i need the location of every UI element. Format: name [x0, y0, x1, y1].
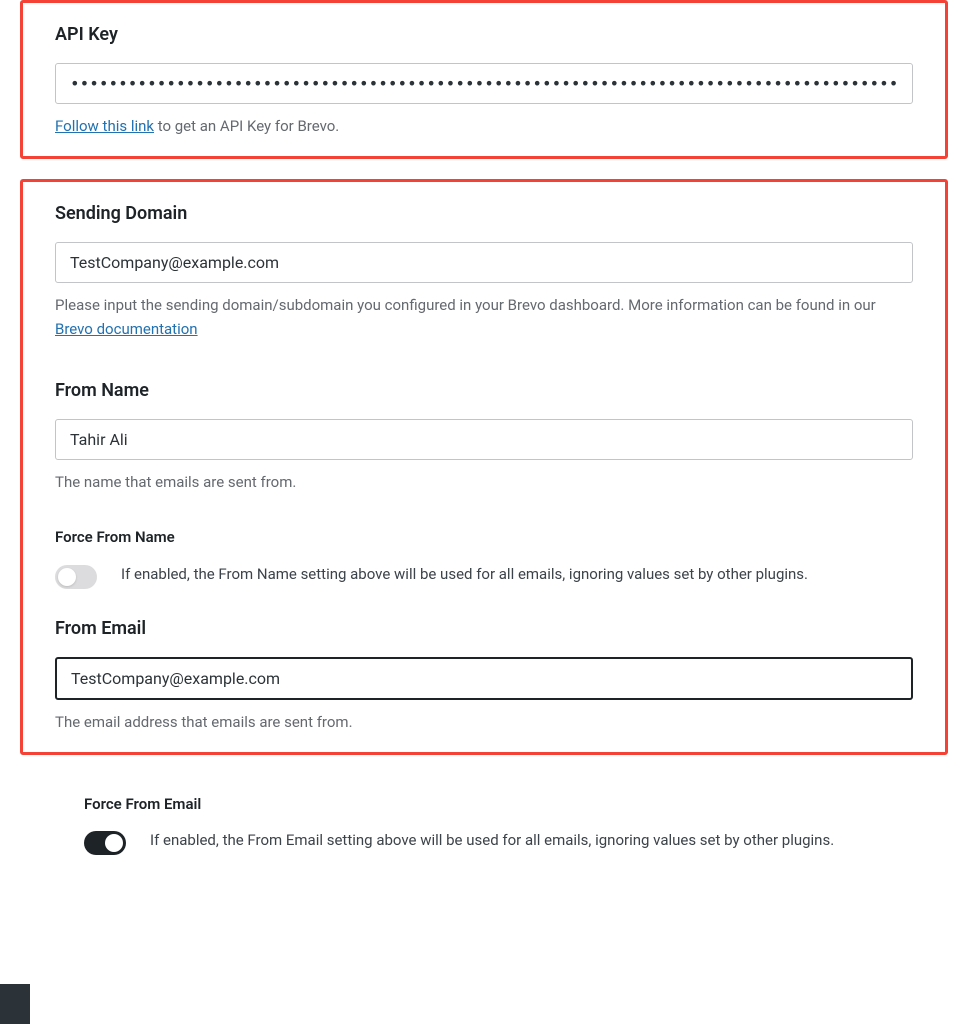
corner-tab: [0, 984, 30, 1024]
from-name-label: From Name: [55, 377, 913, 404]
force-from-email-toggle[interactable]: [84, 831, 126, 855]
from-email-help: The email address that emails are sent f…: [55, 710, 913, 734]
from-email-label: From Email: [55, 615, 913, 642]
sending-domain-help-text: Please input the sending domain/subdomai…: [55, 296, 876, 314]
force-from-name-toggle[interactable]: [55, 565, 97, 589]
force-from-email-label: Force From Email: [84, 793, 896, 816]
brevo-documentation-link[interactable]: Brevo documentation: [55, 320, 198, 338]
api-key-label: API Key: [55, 21, 913, 48]
sending-domain-label: Sending Domain: [55, 200, 913, 227]
sending-domain-help: Please input the sending domain/subdomai…: [55, 293, 913, 341]
api-key-help-link[interactable]: Follow this link: [55, 117, 154, 135]
api-key-input[interactable]: [55, 63, 913, 104]
api-key-help-suffix: to get an API Key for Brevo.: [154, 117, 339, 135]
force-from-name-label: Force From Name: [55, 526, 945, 549]
force-from-name-desc: If enabled, the From Name setting above …: [121, 563, 945, 586]
from-name-help: The name that emails are sent from.: [55, 470, 913, 494]
from-email-input[interactable]: [55, 657, 913, 700]
sending-domain-input[interactable]: [55, 242, 913, 283]
api-key-highlight-box: API Key Follow this link to get an API K…: [20, 0, 948, 159]
force-from-email-desc: If enabled, the From Email setting above…: [150, 829, 896, 852]
from-name-input[interactable]: [55, 419, 913, 460]
api-key-help: Follow this link to get an API Key for B…: [55, 114, 913, 138]
sender-fields-highlight-box: Sending Domain Please input the sending …: [20, 179, 948, 755]
